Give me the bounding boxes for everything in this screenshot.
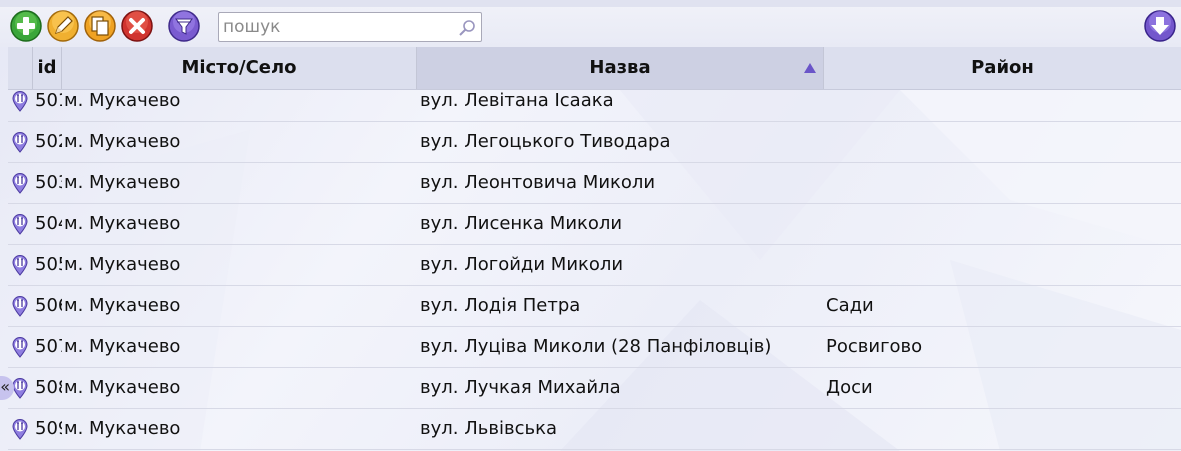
table-row[interactable]: 505м. Мукачево вул. Логойди Миколи <box>8 245 1181 286</box>
map-pin-icon[interactable] <box>11 131 29 157</box>
cell-city: м. Мукачево <box>64 336 181 357</box>
cell-city: м. Мукачево <box>64 213 181 234</box>
cell-name: вул. Лодія Петра <box>420 295 581 316</box>
cell-district <box>826 204 1181 244</box>
map-pin-icon[interactable] <box>11 295 29 321</box>
copy-icon <box>84 10 116 42</box>
table-row[interactable]: 508м. Мукачево вул. Лучкая Михайла Доси <box>8 368 1181 409</box>
cell-city: м. Мукачево <box>64 172 181 193</box>
cell-district <box>826 245 1181 285</box>
column-header-district[interactable]: Район <box>824 47 1181 89</box>
cell-district: Росвигово <box>826 336 923 357</box>
column-header-id[interactable]: id <box>33 47 62 89</box>
map-pin-icon[interactable] <box>11 254 29 280</box>
cell-id: 506 <box>35 295 62 316</box>
filter-button[interactable] <box>168 10 200 42</box>
cell-district: Сади <box>826 295 874 316</box>
edit-icon <box>47 10 79 42</box>
delete-icon <box>121 10 153 42</box>
cell-id: 508 <box>35 377 62 398</box>
download-icon <box>1144 10 1176 42</box>
cell-city: м. Мукачево <box>64 418 181 439</box>
search-input[interactable] <box>223 16 453 38</box>
search-field[interactable] <box>218 12 482 42</box>
cell-district <box>826 409 1181 449</box>
collapse-sidebar-label: « <box>0 377 10 396</box>
table-header: id Місто/Село Назва Район <box>8 47 1181 90</box>
cell-district <box>826 163 1181 203</box>
search-icon[interactable] <box>457 18 477 38</box>
cell-id: 503 <box>35 172 62 193</box>
cell-id: 509 <box>35 418 62 439</box>
table-row[interactable]: 503м. Мукачево вул. Леонтовича Миколи <box>8 163 1181 204</box>
table-row[interactable]: 509м. Мукачево вул. Львівська <box>8 409 1181 450</box>
cell-name: вул. Лучкая Михайла <box>420 377 621 398</box>
cell-name: вул. Логойди Миколи <box>420 254 624 275</box>
cell-name: вул. Левітана Ісаака <box>420 90 614 111</box>
cell-city: м. Мукачево <box>64 131 181 152</box>
filter-icon <box>168 10 200 42</box>
map-pin-icon[interactable] <box>11 336 29 362</box>
edit-button[interactable] <box>47 10 79 42</box>
cell-district <box>826 90 1181 121</box>
map-pin-icon[interactable] <box>11 418 29 444</box>
cell-name: вул. Львівська <box>420 418 557 439</box>
app-window: id Місто/Село Назва Район 501м. Мукачево… <box>0 0 1181 451</box>
table-row[interactable]: 502м. Мукачево вул. Легоцького Тиводара <box>8 122 1181 163</box>
table-row[interactable]: 504м. Мукачево вул. Лисенка Миколи <box>8 204 1181 245</box>
cell-name: вул. Легоцького Тиводара <box>420 131 671 152</box>
cell-id: 501 <box>35 90 62 111</box>
column-header-label: Назва <box>589 57 651 78</box>
table-row[interactable]: 501м. Мукачево вул. Левітана Ісаака <box>8 90 1181 122</box>
cell-city: м. Мукачево <box>64 90 181 111</box>
column-header-city[interactable]: Місто/Село <box>62 47 417 89</box>
column-header-label: Місто/Село <box>181 57 297 78</box>
table-row[interactable]: 506м. Мукачево вул. Лодія Петра Сади <box>8 286 1181 327</box>
table-row[interactable]: 507м. Мукачево вул. Луціва Миколи (28 Пан… <box>8 327 1181 368</box>
cell-city: м. Мукачево <box>64 295 181 316</box>
row-marker-header <box>8 47 33 89</box>
column-header-label: Район <box>971 57 1034 78</box>
cell-city: м. Мукачево <box>64 254 181 275</box>
add-button[interactable] <box>10 10 42 42</box>
cell-district <box>826 122 1181 162</box>
column-header-label: id <box>37 57 57 78</box>
cell-city: м. Мукачево <box>64 377 181 398</box>
add-icon <box>10 10 42 42</box>
cell-id: 507 <box>35 336 62 357</box>
cell-name: вул. Луціва Миколи (28 Панфіловців) <box>420 336 772 357</box>
map-pin-icon[interactable] <box>11 172 29 198</box>
cell-name: вул. Лисенка Миколи <box>420 213 623 234</box>
copy-button[interactable] <box>84 10 116 42</box>
map-pin-icon[interactable] <box>11 90 29 116</box>
cell-id: 502 <box>35 131 62 152</box>
cell-id: 504 <box>35 213 62 234</box>
cell-district: Доси <box>826 377 873 398</box>
delete-button[interactable] <box>121 10 153 42</box>
cell-name: вул. Леонтовича Миколи <box>420 172 656 193</box>
download-button[interactable] <box>1144 10 1176 42</box>
cell-id: 505 <box>35 254 62 275</box>
column-header-name[interactable]: Назва <box>417 47 824 89</box>
sort-ascending-icon <box>804 63 816 73</box>
toolbar-top-strip <box>0 0 1181 7</box>
table-body: 501м. Мукачевовул. Левітана Ісаака502м. … <box>8 90 1181 451</box>
map-pin-icon[interactable] <box>11 213 29 239</box>
toolbar <box>0 0 1181 47</box>
